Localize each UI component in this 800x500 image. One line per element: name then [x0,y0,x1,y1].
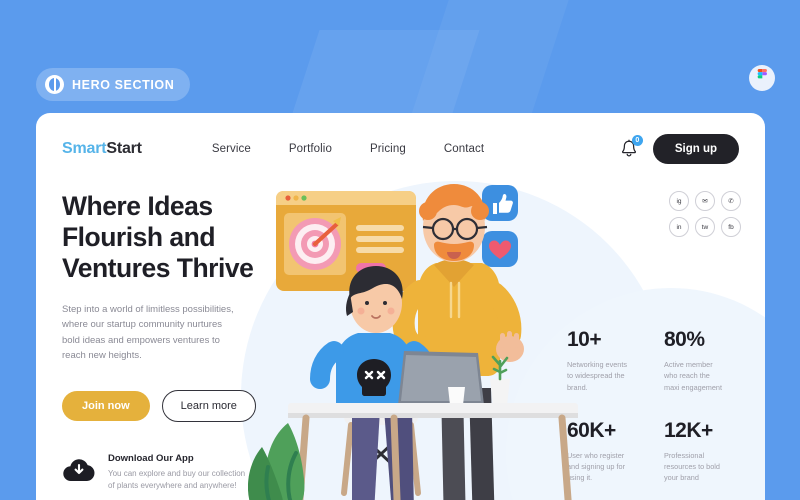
main-nav: Service Portfolio Pricing Contact [212,143,484,155]
notification-bell-icon[interactable]: 0 [619,135,643,160]
join-now-button[interactable]: Join now [62,390,150,421]
stat-item: 80% Active member who reach the maxi eng… [664,328,747,393]
hero-section-chip: HERO SECTION [36,68,191,101]
stat-value: 80% [664,328,705,351]
download-app-title: Download Our App [108,453,194,464]
nav-item-pricing[interactable]: Pricing [370,143,406,155]
learn-more-button[interactable]: Learn more [161,389,256,422]
stat-label: Networking events to widespread the bran… [567,360,628,392]
figma-glyph [757,68,767,78]
stat-value: 60K+ [567,418,616,442]
background-shape-right [411,0,569,115]
stat-label: Professional resources to bold your bran… [664,450,720,483]
brand-logo-accent: Smart [62,140,107,157]
figma-logo-icon[interactable] [749,65,775,91]
social-instagram-icon[interactable]: ig [669,191,689,211]
notification-badge: 0 [631,135,643,146]
stat-item: 12K+ Professional resources to bold your… [664,419,747,484]
navbar-actions: 0 Sign up [619,134,739,164]
stat-label: Active member who reach the maxi engagem… [664,360,723,392]
heart-icon [482,231,518,267]
stat-value: 10+ [567,328,602,351]
hero-section-chip-label: HERO SECTION [72,77,175,92]
social-facebook-icon[interactable]: fb [721,217,741,237]
stat-item: 60K+ User who register and signing up fo… [567,419,650,484]
placeit-logo-icon [45,75,64,94]
page-card: SmartStart Service Portfolio Pricing Con… [36,113,765,500]
download-app-text: Download Our App You can explore and buy… [108,453,245,493]
social-email-icon[interactable]: ✉ [695,191,715,211]
social-linkedin-icon[interactable]: in [669,217,689,237]
stat-value: 12K+ [664,418,713,442]
sign-up-button[interactable]: Sign up [652,134,739,164]
nav-item-service[interactable]: Service [212,143,251,155]
nav-item-portfolio[interactable]: Portfolio [289,143,332,155]
stat-item: 10+ Networking events to widespread the … [567,328,650,393]
social-twitter-icon[interactable]: tw [695,217,715,237]
skull-graphic [357,359,391,396]
download-cloud-icon [63,459,95,482]
brand-logo-rest: Start [106,140,142,157]
stat-label: User who register and signing up for usi… [567,450,626,483]
3d-team-workspace-illustration [248,173,578,500]
stats-grid: 10+ Networking events to widespread the … [567,328,747,484]
download-app-block[interactable]: Download Our App You can explore and buy… [62,453,245,493]
nav-item-contact[interactable]: Contact [444,143,484,155]
brand-logo[interactable]: SmartStart [62,140,142,158]
social-links: ig ✉ ✆ in tw fb [669,191,741,237]
social-phone-icon[interactable]: ✆ [721,191,741,211]
download-app-description: You can explore and buy our collection o… [108,469,246,491]
desk [288,351,578,500]
